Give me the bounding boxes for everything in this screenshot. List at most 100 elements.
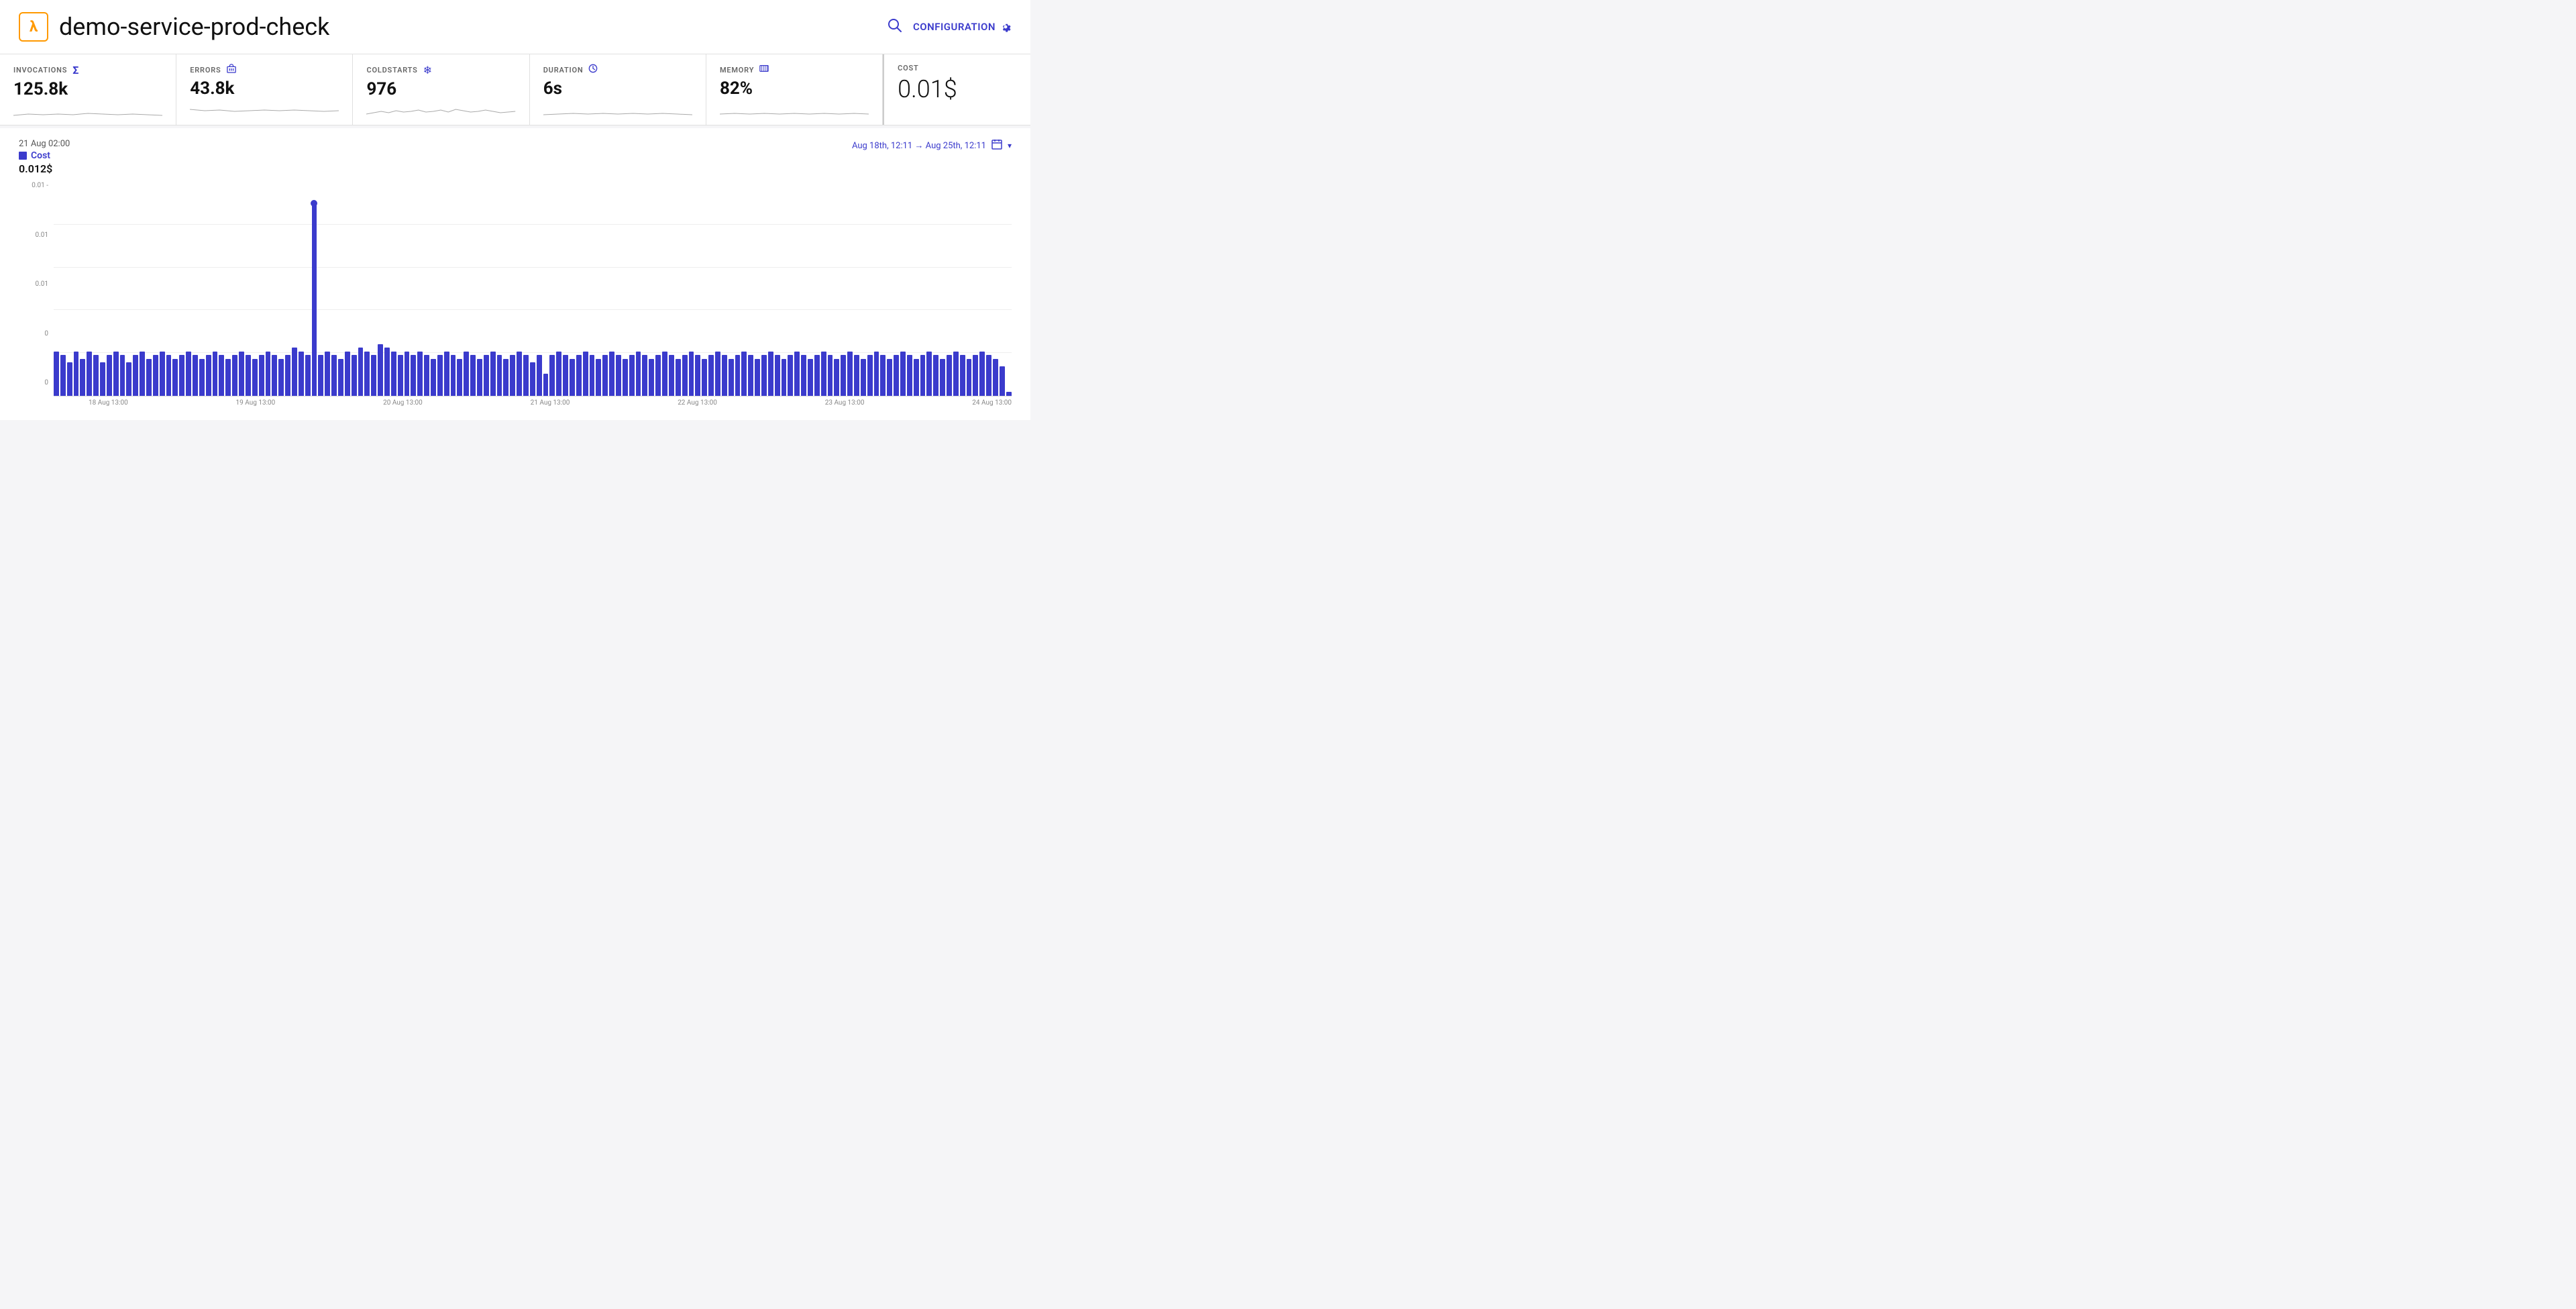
bar[interactable] bbox=[444, 352, 449, 396]
bar[interactable] bbox=[662, 352, 667, 396]
bar[interactable] bbox=[107, 355, 112, 396]
bar[interactable] bbox=[900, 352, 906, 396]
bar[interactable] bbox=[967, 359, 972, 396]
bar[interactable] bbox=[841, 355, 846, 396]
bar[interactable] bbox=[834, 359, 839, 396]
bar[interactable] bbox=[100, 362, 105, 396]
bar[interactable] bbox=[636, 352, 641, 396]
bar[interactable] bbox=[405, 352, 410, 396]
bar[interactable] bbox=[993, 359, 998, 396]
bar[interactable] bbox=[206, 355, 211, 396]
bar[interactable] bbox=[338, 359, 343, 396]
bar[interactable] bbox=[371, 355, 376, 396]
bar[interactable] bbox=[722, 355, 727, 396]
bar[interactable] bbox=[887, 359, 892, 396]
bar[interactable] bbox=[292, 348, 297, 396]
bar[interactable] bbox=[788, 355, 793, 396]
bar[interactable] bbox=[93, 355, 99, 396]
bar[interactable] bbox=[702, 359, 707, 396]
bar[interactable] bbox=[576, 355, 582, 396]
bar[interactable] bbox=[391, 352, 396, 396]
bar[interactable] bbox=[854, 355, 859, 396]
bar[interactable] bbox=[305, 355, 311, 396]
configuration-button[interactable]: CONFIGURATION bbox=[913, 21, 1012, 33]
bar[interactable] bbox=[570, 359, 575, 396]
bar[interactable] bbox=[470, 355, 476, 396]
bar[interactable] bbox=[616, 355, 621, 396]
bar[interactable] bbox=[246, 355, 251, 396]
bar[interactable] bbox=[874, 352, 879, 396]
bar[interactable] bbox=[153, 355, 158, 396]
bar[interactable] bbox=[642, 355, 647, 396]
bar[interactable] bbox=[67, 362, 72, 396]
bar[interactable] bbox=[669, 355, 674, 396]
bar[interactable] bbox=[676, 359, 681, 396]
bar[interactable] bbox=[953, 352, 959, 396]
bar[interactable] bbox=[755, 359, 760, 396]
bar[interactable] bbox=[1000, 366, 1005, 396]
bar[interactable] bbox=[623, 359, 628, 396]
bar[interactable] bbox=[457, 359, 462, 396]
bar[interactable] bbox=[523, 355, 529, 396]
bar[interactable] bbox=[186, 352, 191, 396]
bar[interactable] bbox=[232, 355, 237, 396]
bar[interactable] bbox=[748, 355, 753, 396]
bar[interactable] bbox=[741, 352, 747, 396]
bar[interactable] bbox=[867, 355, 873, 396]
bar[interactable] bbox=[172, 359, 178, 396]
bar[interactable] bbox=[299, 352, 304, 396]
bar[interactable] bbox=[285, 355, 290, 396]
bar[interactable] bbox=[761, 355, 767, 396]
bar[interactable] bbox=[549, 355, 555, 396]
bar[interactable] bbox=[775, 355, 780, 396]
bar[interactable] bbox=[266, 352, 271, 396]
bar[interactable] bbox=[497, 355, 502, 396]
bar[interactable] bbox=[272, 355, 277, 396]
bar[interactable] bbox=[821, 352, 826, 396]
bar[interactable] bbox=[160, 352, 165, 396]
bar[interactable] bbox=[325, 352, 330, 396]
bar[interactable] bbox=[602, 355, 608, 396]
bar[interactable] bbox=[682, 355, 688, 396]
bar[interactable] bbox=[213, 352, 218, 396]
bar[interactable] bbox=[437, 355, 443, 396]
bar[interactable] bbox=[278, 359, 284, 396]
bar[interactable] bbox=[940, 359, 945, 396]
bar[interactable] bbox=[708, 355, 714, 396]
bar[interactable] bbox=[689, 352, 694, 396]
bar[interactable] bbox=[715, 352, 720, 396]
bar[interactable] bbox=[431, 359, 436, 396]
bar[interactable] bbox=[947, 355, 952, 396]
bar[interactable] bbox=[133, 355, 138, 396]
bar[interactable] bbox=[543, 374, 549, 396]
bar[interactable] bbox=[312, 203, 317, 396]
bar[interactable] bbox=[808, 359, 813, 396]
bar[interactable] bbox=[629, 355, 635, 396]
bar[interactable] bbox=[649, 359, 654, 396]
bar[interactable] bbox=[847, 352, 853, 396]
bar[interactable] bbox=[590, 355, 595, 396]
bar[interactable] bbox=[729, 359, 734, 396]
bar[interactable] bbox=[735, 355, 741, 396]
bar[interactable] bbox=[74, 352, 79, 396]
bar[interactable] bbox=[411, 355, 416, 396]
bar[interactable] bbox=[219, 355, 224, 396]
bar[interactable] bbox=[926, 352, 932, 396]
bar[interactable] bbox=[768, 352, 773, 396]
bar[interactable] bbox=[814, 355, 820, 396]
bar[interactable] bbox=[973, 355, 978, 396]
bar[interactable] bbox=[960, 355, 965, 396]
bar[interactable] bbox=[364, 352, 370, 396]
bar[interactable] bbox=[252, 359, 258, 396]
bar[interactable] bbox=[179, 355, 184, 396]
bar[interactable] bbox=[352, 355, 357, 396]
chevron-down-icon[interactable]: ▾ bbox=[1008, 141, 1012, 150]
bar[interactable] bbox=[331, 355, 337, 396]
bar[interactable] bbox=[510, 355, 515, 396]
bar[interactable] bbox=[384, 348, 390, 396]
bar[interactable] bbox=[695, 355, 700, 396]
bar[interactable] bbox=[358, 348, 364, 396]
bar[interactable] bbox=[146, 359, 152, 396]
bar[interactable] bbox=[794, 352, 800, 396]
bar[interactable] bbox=[87, 352, 92, 396]
